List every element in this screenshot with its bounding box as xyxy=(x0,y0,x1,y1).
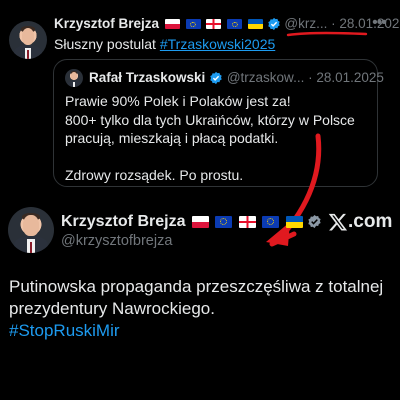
flag-poland-icon xyxy=(164,19,180,30)
top-tweet-text-prefix: Słuszny postulat xyxy=(54,36,160,52)
quoted-tweet-header: Rafał Trzaskowski @trzaskow... · 28.01.2… xyxy=(89,69,384,87)
more-dots-icon: ••• xyxy=(372,14,387,31)
flag-ukraine-icon xyxy=(247,19,263,30)
quoted-tweet-date: 28.01.2025 xyxy=(316,70,384,85)
quoted-author-handle: @trzaskow... xyxy=(226,70,305,85)
verified-badge-icon xyxy=(267,18,280,31)
flag-eu-icon xyxy=(262,215,280,228)
main-tweet-header: Krzysztof Brejza xyxy=(61,211,322,233)
main-text-line-2: prezydentury Nawrockiego. xyxy=(9,299,215,318)
hashtag-trzaskowski2025[interactable]: #Trzaskowski2025 xyxy=(160,36,275,52)
hashtag-stopruskimir[interactable]: #StopRuskiMir xyxy=(9,320,394,342)
verified-badge-icon xyxy=(308,215,321,229)
quoted-line-2: 800+ tylko dla tych Ukraińców, którzy w … xyxy=(65,111,355,128)
avatar-krzysztof-brejza-large[interactable] xyxy=(8,207,54,253)
flag-eu-icon xyxy=(215,215,233,228)
x-logo-icon xyxy=(328,213,348,231)
separator-dot: · xyxy=(308,70,313,85)
flag-georgia-icon xyxy=(206,19,222,30)
main-text-line-1: Putinowska propaganda przeszczęśliwa z t… xyxy=(9,277,384,296)
brand-domain: .com xyxy=(348,211,393,232)
quoted-line-1: Prawie 90% Polek i Polaków jest za! xyxy=(65,93,291,109)
flag-poland-icon xyxy=(191,215,209,228)
flag-eu-icon xyxy=(185,19,201,30)
red-underline-annotation xyxy=(286,31,368,37)
x-com-logo: .com xyxy=(328,211,392,235)
avatar-krzysztof-brejza[interactable] xyxy=(9,21,47,59)
main-tweet-text: Putinowska propaganda przeszczęśliwa z t… xyxy=(9,276,394,342)
flag-eu-icon xyxy=(227,19,243,30)
quoted-author-name: Rafał Trzaskowski xyxy=(89,70,206,85)
main-author-name[interactable]: Krzysztof Brejza xyxy=(61,213,185,230)
author-name[interactable]: Krzysztof Brejza xyxy=(54,16,159,31)
verified-badge-icon xyxy=(210,72,222,85)
flag-ukraine-icon xyxy=(285,215,303,228)
more-options-button[interactable]: ••• xyxy=(370,14,388,32)
main-author-handle[interactable]: @krzysztofbrejza xyxy=(61,232,172,250)
top-tweet-text: Słuszny postulat #Trzaskowski2025 xyxy=(54,35,275,53)
flag-georgia-icon xyxy=(238,215,256,228)
avatar-rafal-trzaskowski xyxy=(65,69,83,87)
